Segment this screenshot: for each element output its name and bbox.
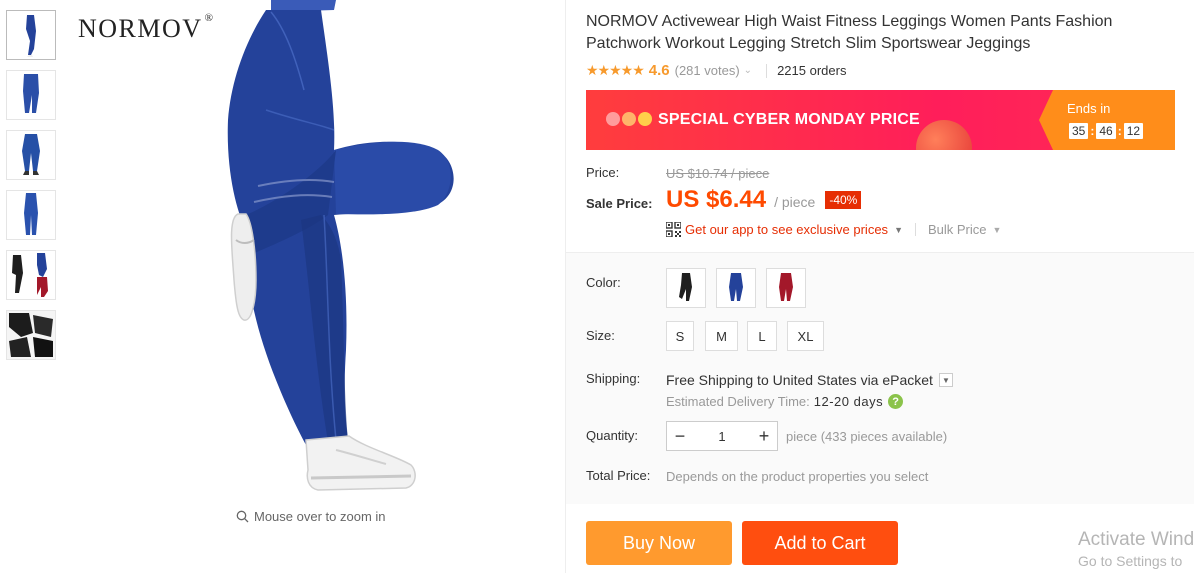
thumbnail-list bbox=[6, 10, 56, 370]
zoom-hint: Mouse over to zoom in bbox=[236, 509, 386, 524]
divider bbox=[766, 63, 768, 78]
color-swatch-blue[interactable] bbox=[716, 268, 756, 308]
qr-code-icon bbox=[666, 222, 681, 237]
size-option-l[interactable]: L bbox=[747, 321, 777, 351]
quantity-label: Quantity: bbox=[586, 428, 639, 443]
original-price: US $10.74 / piece bbox=[666, 166, 770, 181]
caret-down-icon[interactable]: ▼ bbox=[894, 225, 903, 235]
color-swatch-black[interactable] bbox=[666, 268, 706, 308]
minus-icon[interactable]: − bbox=[667, 422, 693, 450]
sale-price-label: Sale Price: bbox=[586, 196, 653, 211]
thumbnail-1[interactable] bbox=[6, 10, 56, 60]
countdown-hours: 35 bbox=[1069, 123, 1089, 139]
total-price-label: Total Price: bbox=[586, 468, 651, 483]
promo-decoration bbox=[606, 112, 652, 126]
votes-link[interactable]: (281 votes) bbox=[675, 63, 740, 78]
thumbnail-5[interactable] bbox=[6, 250, 56, 300]
star-rating-icon: ★★★★★ bbox=[586, 62, 645, 78]
size-label: Size: bbox=[586, 328, 615, 343]
thumbnail-2[interactable] bbox=[6, 70, 56, 120]
promo-banner: SPECIAL CYBER MONDAY PRICE Ends in 35 : … bbox=[586, 90, 1175, 150]
activate-windows-watermark: Activate Wind Go to Settings to bbox=[1078, 529, 1194, 569]
sale-price: US $6.44 / piece -40% bbox=[666, 186, 862, 214]
add-to-cart-button[interactable]: Add to Cart bbox=[742, 521, 898, 565]
thumbnail-6[interactable] bbox=[6, 310, 56, 360]
divider bbox=[914, 223, 916, 236]
shipping-destination[interactable]: United States via ePacket bbox=[773, 372, 933, 388]
shipping-info: Free Shipping to United States via ePack… bbox=[666, 372, 953, 388]
countdown-box: Ends in 35 : 46 : 12 bbox=[1039, 90, 1175, 150]
color-swatch-red[interactable] bbox=[766, 268, 806, 308]
rating-score: 4.6 bbox=[648, 62, 670, 79]
free-shipping-text: Free Shipping to bbox=[666, 372, 769, 388]
product-detail: NORMOV Activewear High Waist Fitness Leg… bbox=[566, 0, 1194, 573]
size-option-xl[interactable]: XL bbox=[787, 321, 824, 351]
help-icon[interactable]: ? bbox=[888, 394, 904, 409]
size-option-s[interactable]: S bbox=[666, 321, 694, 351]
quantity-stepper: − + bbox=[666, 421, 778, 451]
buy-now-button[interactable]: Buy Now bbox=[586, 521, 732, 565]
thumbnail-4[interactable] bbox=[6, 190, 56, 240]
plus-icon[interactable]: + bbox=[751, 422, 777, 450]
promo-label: SPECIAL CYBER MONDAY PRICE bbox=[658, 111, 920, 128]
chevron-down-icon[interactable]: ⌄ bbox=[744, 65, 752, 76]
bulk-price-link[interactable]: Bulk Price bbox=[928, 222, 987, 237]
countdown-minutes: 46 bbox=[1096, 123, 1116, 139]
price-unit: / piece bbox=[774, 194, 816, 210]
product-title: NORMOV Activewear High Waist Fitness Leg… bbox=[586, 13, 1113, 52]
quantity-available: piece (433 pieces available) bbox=[786, 429, 948, 444]
rating-row: ★★★★★ 4.6 (281 votes) ⌄ 2215 orders bbox=[586, 62, 846, 79]
brand-logo: NORMOV ® bbox=[78, 12, 215, 43]
color-label: Color: bbox=[586, 275, 621, 290]
quantity-input[interactable] bbox=[693, 422, 751, 450]
sale-price-amount: US $6.44 bbox=[666, 186, 767, 213]
countdown-seconds: 12 bbox=[1123, 123, 1144, 139]
app-exclusive-link[interactable]: Get our app to see exclusive prices bbox=[685, 222, 888, 237]
total-price-text: Depends on the product properties you se… bbox=[666, 469, 929, 484]
chevron-down-icon[interactable]: ▼ bbox=[938, 373, 953, 387]
promo-ball-decoration bbox=[916, 120, 972, 150]
main-product-image[interactable] bbox=[66, 0, 564, 500]
ends-in-label: Ends in bbox=[1067, 101, 1111, 116]
delivery-estimate: Estimated Delivery Time: 12-20 days ? bbox=[666, 394, 904, 409]
price-label: Price: bbox=[586, 165, 620, 180]
discount-badge: -40% bbox=[825, 191, 862, 209]
app-promo-row: Get our app to see exclusive prices ▼ Bu… bbox=[666, 222, 1001, 237]
delivery-days: 12-20 days bbox=[813, 394, 884, 409]
magnifier-icon bbox=[236, 510, 249, 523]
product-gallery[interactable]: NORMOV ® Mouse over to zoom in bbox=[66, 0, 564, 540]
thumbnail-3[interactable] bbox=[6, 130, 56, 180]
size-option-m[interactable]: M bbox=[705, 321, 738, 351]
orders-count: 2215 orders bbox=[777, 63, 847, 78]
countdown-timer: 35 : 46 : 12 bbox=[1069, 123, 1144, 139]
caret-down-icon[interactable]: ▼ bbox=[993, 225, 1002, 235]
shipping-label: Shipping: bbox=[586, 371, 641, 386]
